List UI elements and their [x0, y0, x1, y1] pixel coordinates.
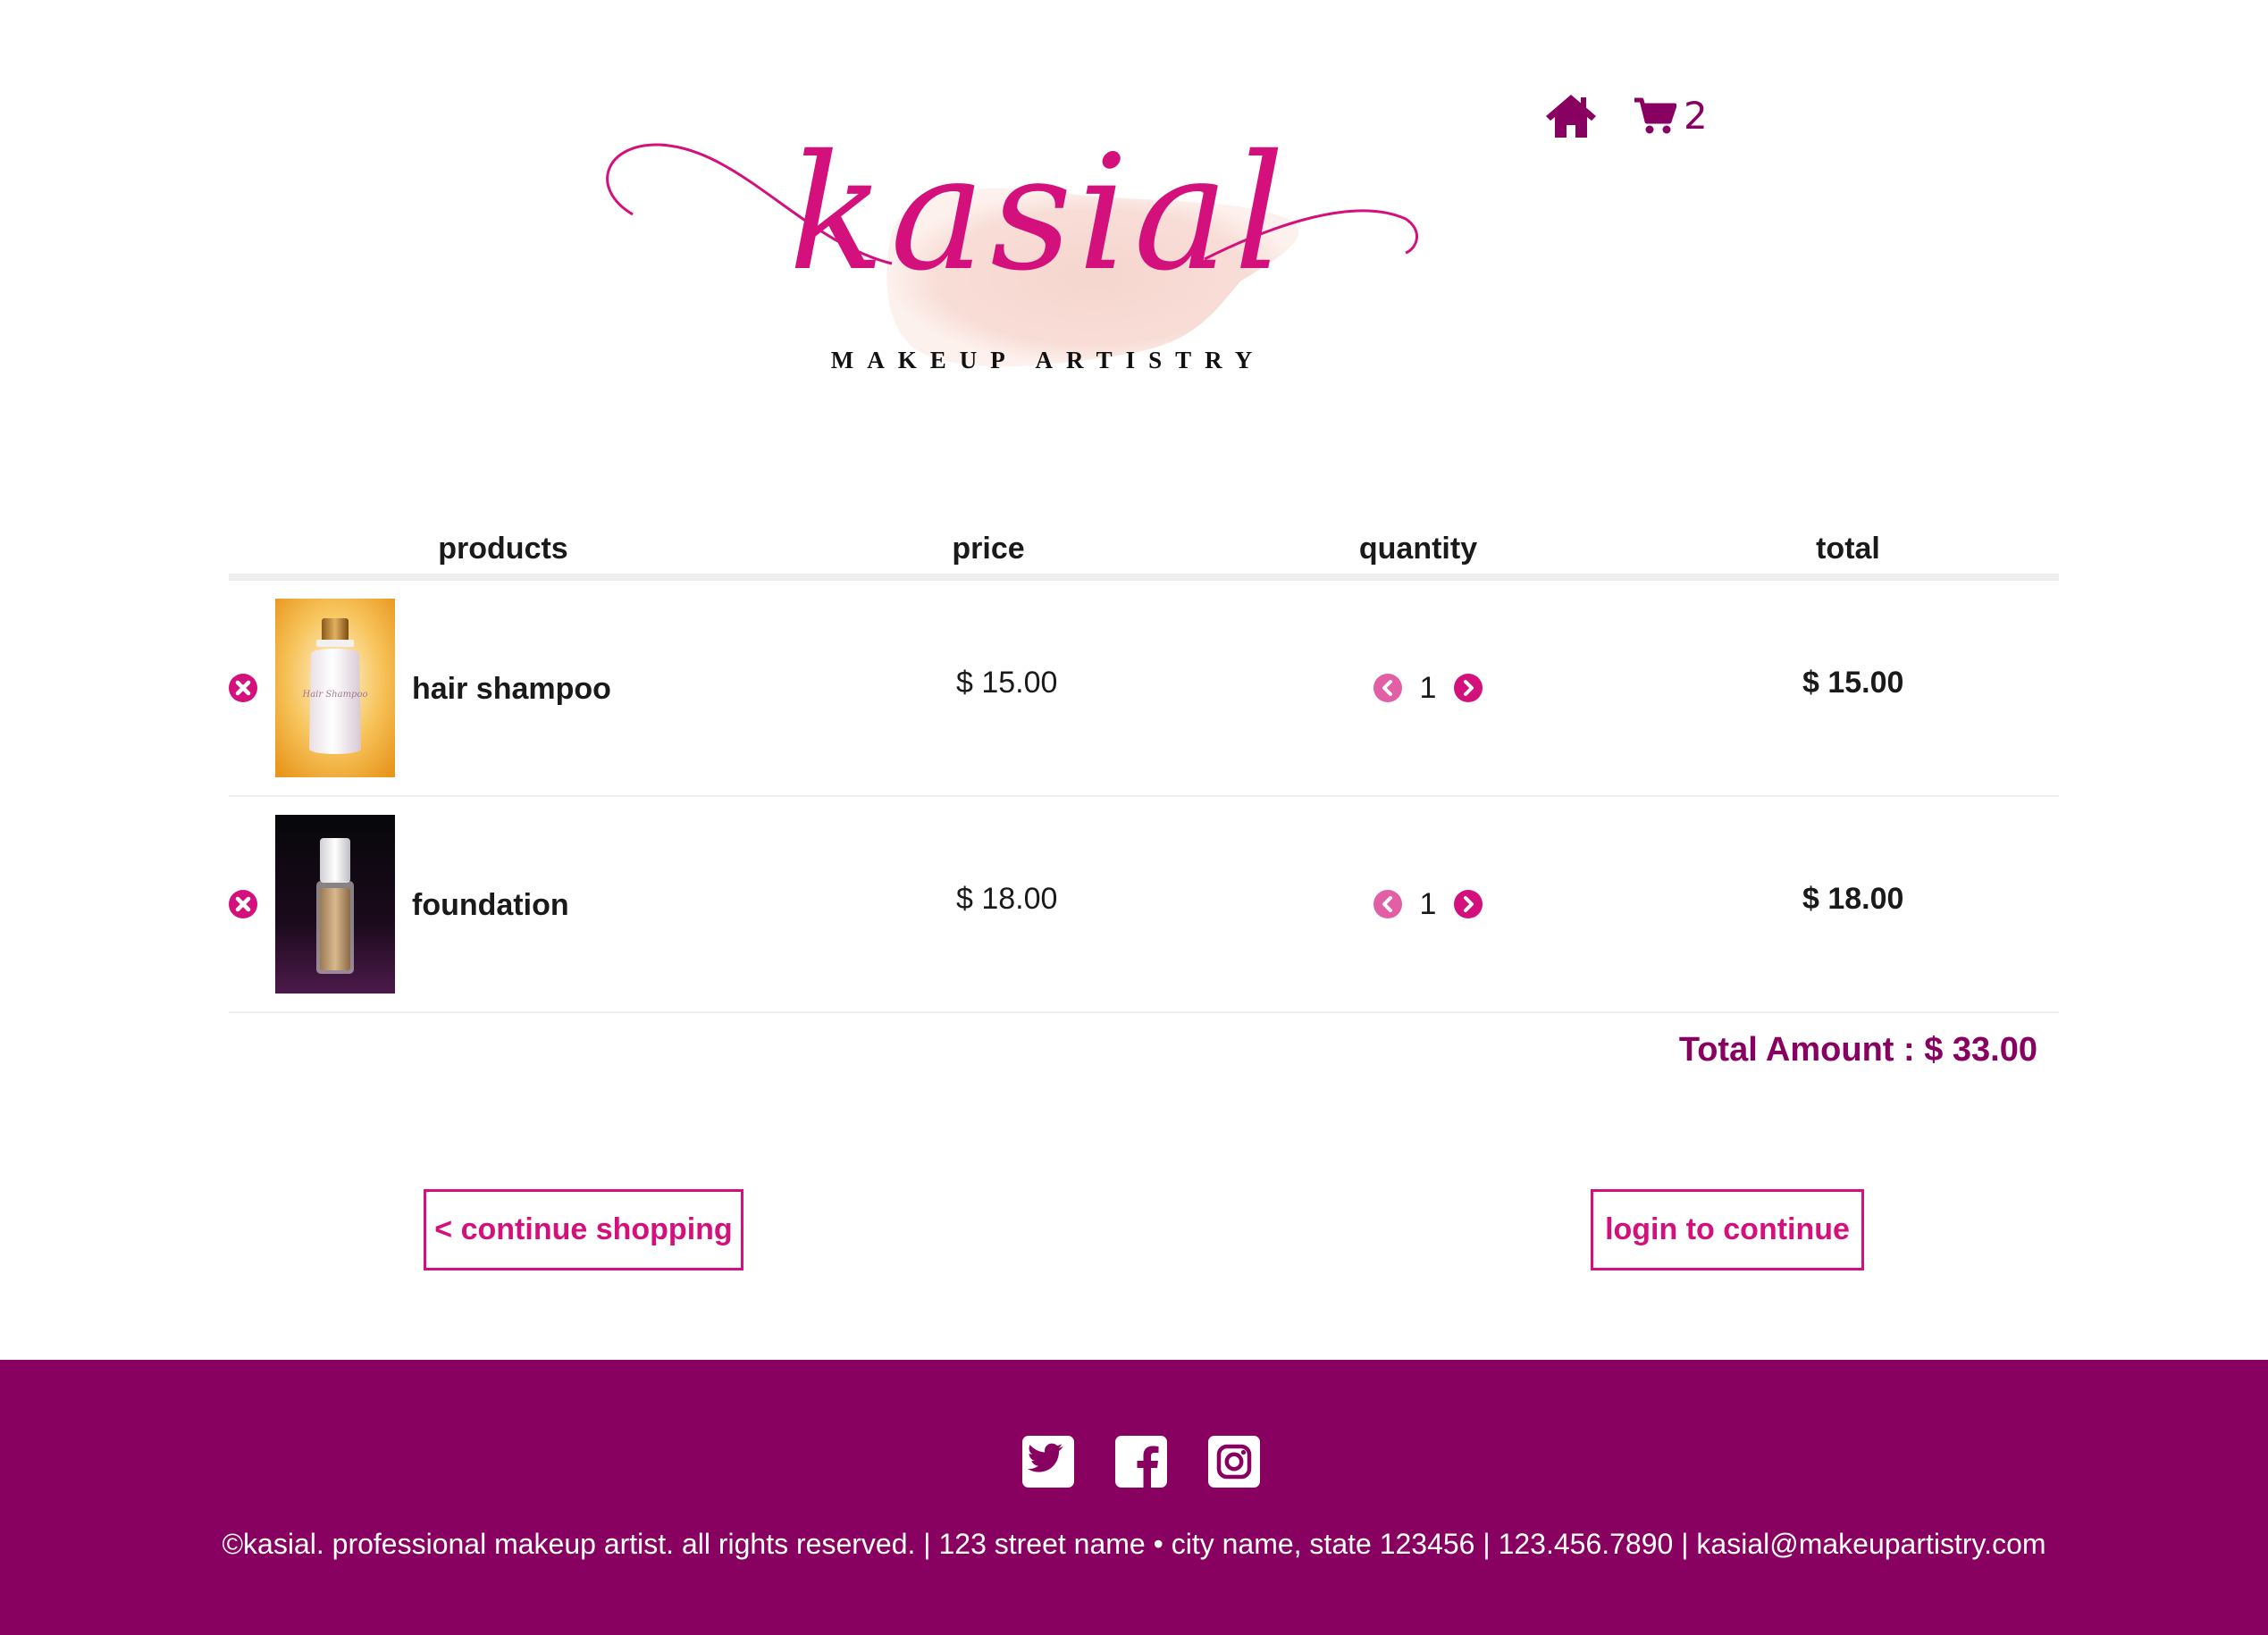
quantity-stepper: 1 [1373, 670, 1483, 706]
line-total: $ 18.00 [1802, 882, 1904, 916]
cart-table-header: products price quantity total [229, 523, 2059, 581]
continue-shopping-button[interactable]: < continue shopping [424, 1189, 743, 1270]
product-image-hair-shampoo[interactable]: Hair Shampoo [275, 599, 395, 777]
remove-item-icon[interactable] [229, 674, 257, 702]
footer: ©kasial. professional makeup artist. all… [0, 1360, 2268, 1635]
remove-item-icon[interactable] [229, 890, 257, 918]
twitter-link[interactable] [1022, 1436, 1074, 1488]
logo-wordmark: kasial [788, 121, 1290, 306]
column-header-total: total [1816, 532, 1880, 566]
facebook-link[interactable] [1115, 1436, 1167, 1488]
quantity-stepper: 1 [1373, 886, 1483, 922]
product-image-foundation[interactable] [275, 815, 395, 994]
total-amount: Total Amount : $ 33.00 [1678, 1031, 2037, 1069]
cart-count-badge: 2 [1684, 94, 1708, 138]
cart-row: foundation $ 18.00 1 $ 18.00 [229, 797, 2059, 1013]
quantity-value: 1 [1419, 886, 1437, 921]
home-icon [1546, 95, 1596, 138]
product-name[interactable]: hair shampoo [412, 672, 611, 707]
footer-copyright: ©kasial. professional makeup artist. all… [222, 1528, 2046, 1560]
quantity-value: 1 [1419, 670, 1437, 705]
home-link[interactable] [1544, 91, 1598, 141]
instagram-icon [1208, 1436, 1260, 1488]
instagram-link[interactable] [1208, 1436, 1260, 1488]
line-total: $ 15.00 [1802, 666, 1904, 700]
cart-table: products price quantity total Hair Shamp… [229, 523, 2059, 1069]
product-price: $ 15.00 [956, 666, 1058, 700]
column-header-products: products [438, 532, 568, 566]
logo-tagline: MAKEUP ARTISTRY [830, 347, 1266, 373]
brand-logo[interactable]: kasial MAKEUP ARTISTRY [597, 134, 1428, 429]
header-nav: 2 [1544, 89, 1708, 143]
column-header-price: price [952, 532, 1025, 566]
increase-quantity-icon[interactable] [1454, 674, 1483, 702]
column-header-quantity: quantity [1358, 532, 1478, 566]
product-label-text: Hair Shampoo [301, 690, 367, 700]
decrease-quantity-icon[interactable] [1373, 674, 1402, 702]
product-price: $ 18.00 [956, 882, 1058, 916]
twitter-icon [1022, 1436, 1074, 1488]
cart-row: Hair Shampoo hair shampoo $ 15.00 1 $ 15… [229, 581, 2059, 797]
increase-quantity-icon[interactable] [1454, 890, 1483, 918]
shopping-cart-icon [1634, 97, 1676, 134]
social-links [0, 1436, 2268, 1488]
decrease-quantity-icon[interactable] [1373, 890, 1402, 918]
cart-link[interactable]: 2 [1634, 91, 1708, 141]
product-name[interactable]: foundation [412, 888, 569, 923]
login-to-continue-button[interactable]: login to continue [1591, 1189, 1864, 1270]
facebook-icon [1115, 1436, 1167, 1488]
